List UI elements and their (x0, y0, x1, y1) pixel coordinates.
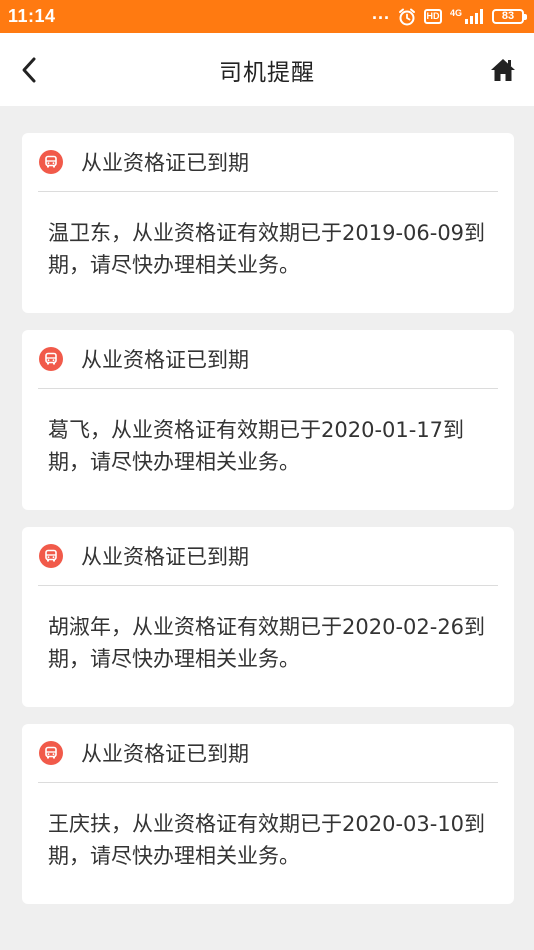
card-header: 从业资格证已到期 (38, 724, 498, 783)
card-message: 葛飞，从业资格证有效期已于2020-01-17到期，请尽快办理相关业务。 (48, 418, 465, 474)
home-button[interactable] (486, 53, 520, 87)
status-time: 11:14 (8, 6, 56, 26)
reminder-card[interactable]: 从业资格证已到期 葛飞，从业资格证有效期已于2020-01-17到期，请尽快办理… (22, 330, 514, 510)
more-notifications-icon: ... (371, 3, 390, 23)
network-type: 4G (449, 8, 462, 18)
card-title: 从业资格证已到期 (81, 151, 249, 175)
card-header: 从业资格证已到期 (38, 527, 498, 586)
card-header: 从业资格证已到期 (38, 133, 498, 192)
page-title: 司机提醒 (219, 59, 315, 86)
bus-icon (39, 741, 63, 765)
card-title: 从业资格证已到期 (81, 348, 249, 372)
chevron-left-icon (22, 57, 36, 83)
alarm-icon (398, 8, 416, 26)
card-message: 温卫东，从业资格证有效期已于2019-06-09到期，请尽快办理相关业务。 (48, 221, 486, 277)
back-button[interactable] (12, 53, 46, 87)
card-message: 王庆扶，从业资格证有效期已于2020-03-10到期，请尽快办理相关业务。 (48, 812, 486, 868)
hd-icon: HD (423, 9, 442, 24)
reminder-card[interactable]: 从业资格证已到期 胡淑年，从业资格证有效期已于2020-02-26到期，请尽快办… (22, 527, 514, 707)
nav-bar: 司机提醒 (0, 33, 534, 106)
card-message: 胡淑年，从业资格证有效期已于2020-02-26到期，请尽快办理相关业务。 (48, 615, 486, 671)
status-icons: ... HD 4G 83 (372, 3, 527, 26)
card-title: 从业资格证已到期 (81, 545, 249, 569)
status-bar: 11:14 ... HD 4G 83 (0, 0, 534, 33)
bus-icon (39, 150, 63, 174)
signal-icon (464, 9, 484, 24)
reminder-card[interactable]: 从业资格证已到期 温卫东，从业资格证有效期已于2019-06-09到期，请尽快办… (22, 133, 514, 313)
card-title: 从业资格证已到期 (81, 742, 249, 766)
bus-icon (39, 544, 63, 568)
card-header: 从业资格证已到期 (38, 330, 498, 389)
bus-icon (39, 347, 63, 371)
battery-icon: 83 (492, 9, 527, 24)
reminder-list: 从业资格证已到期 温卫东，从业资格证有效期已于2019-06-09到期，请尽快办… (22, 133, 514, 921)
reminder-card[interactable]: 从业资格证已到期 王庆扶，从业资格证有效期已于2020-03-10到期，请尽快办… (22, 724, 514, 904)
home-icon (491, 59, 515, 81)
